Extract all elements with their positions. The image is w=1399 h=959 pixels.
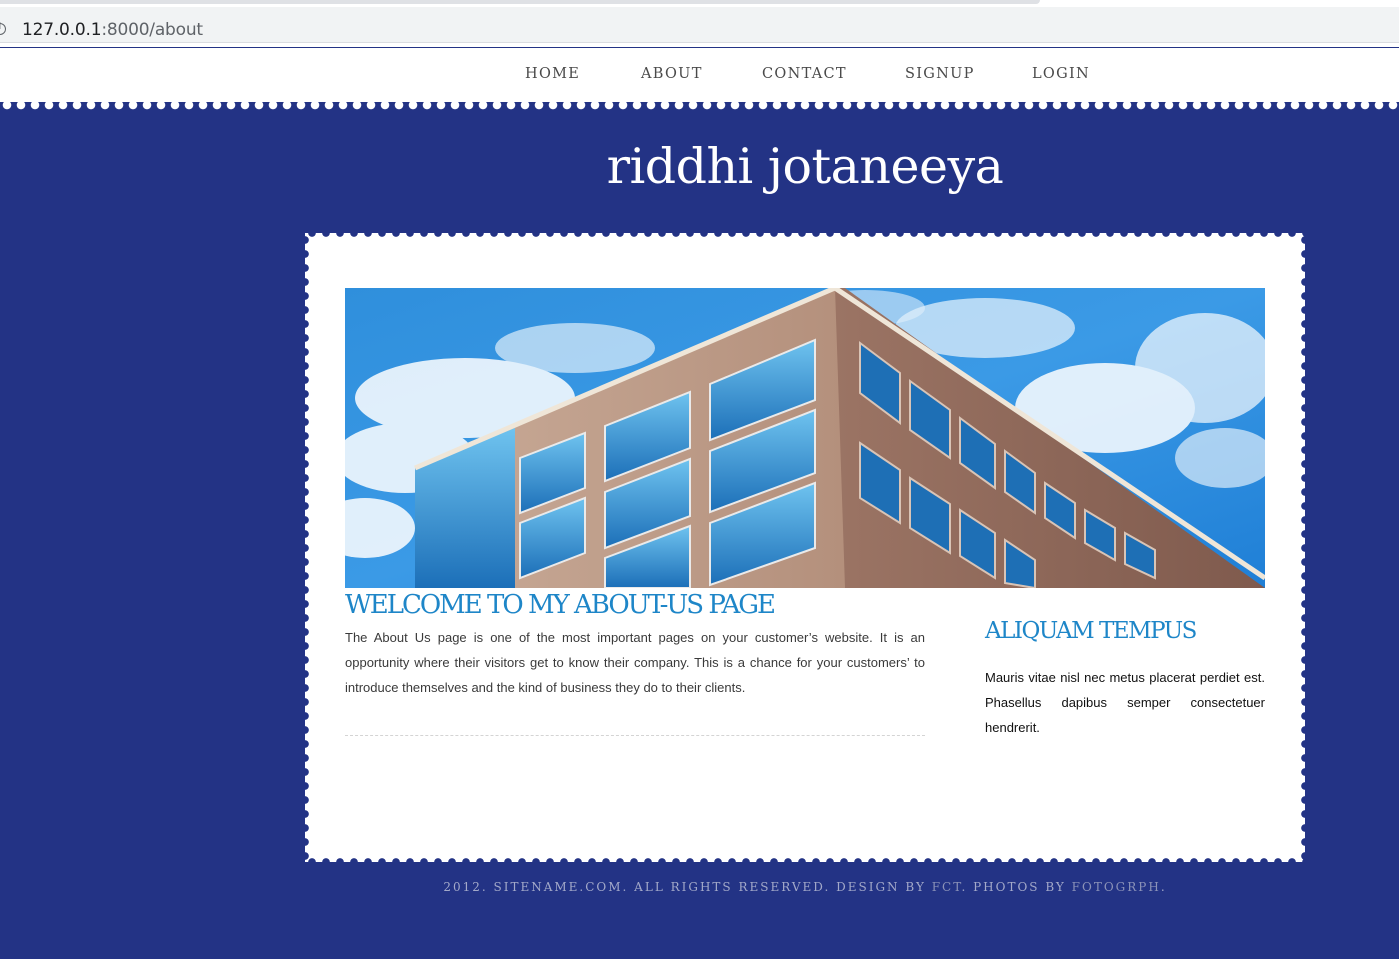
nav-home-link[interactable]: HOME — [525, 66, 580, 82]
stamp-edge-top — [305, 228, 1305, 238]
main-navigation: HOME ABOUT CONTACT SIGNUP LOGIN — [0, 48, 1399, 102]
footer: 2012. SITENAME.COM. ALL RIGHTS RESERVED.… — [0, 880, 1399, 894]
browser-tab-strip-edge — [0, 0, 1040, 4]
nav-signup-link[interactable]: SIGNUP — [905, 66, 975, 82]
content-divider — [345, 735, 925, 736]
url-path: :8000/about — [101, 20, 203, 40]
site-title: riddhi jotaneeya — [606, 138, 1004, 195]
content-card: WELCOME TO MY ABOUT-US PAGE The About Us… — [300, 228, 1310, 867]
url-text[interactable]: 127.0.0.1:8000/about — [22, 20, 203, 40]
footer-copyright: 2012. SITENAME.COM. ALL RIGHTS RESERVED.… — [443, 880, 932, 894]
main-heading: WELCOME TO MY ABOUT-US PAGE — [345, 590, 776, 620]
footer-middle-text: . PHOTOS BY — [961, 880, 1072, 894]
browser-address-bar: 127.0.0.1:8000/about — [0, 0, 1399, 47]
stamp-edge-left — [300, 233, 310, 862]
info-icon[interactable] — [0, 22, 6, 35]
nav-contact-link[interactable]: CONTACT — [762, 66, 847, 82]
nav-about-link[interactable]: ABOUT — [641, 66, 703, 82]
stamp-edge-right — [1300, 233, 1310, 862]
footer-suffix: . — [1160, 880, 1167, 894]
building-photo — [345, 288, 1265, 588]
footer-photos-link[interactable]: FOTOGRPH — [1072, 880, 1161, 894]
main-body-text: The About Us page is one of the most imp… — [345, 630, 925, 695]
sidebar-heading: ALIQUAM TEMPUS — [985, 618, 1197, 644]
url-field[interactable]: 127.0.0.1:8000/about — [0, 7, 1399, 43]
stamp-edge-bottom — [305, 857, 1305, 867]
footer-design-link[interactable]: FCT — [932, 880, 962, 894]
url-host: 127.0.0.1 — [22, 20, 102, 40]
nav-login-link[interactable]: LOGIN — [1032, 66, 1090, 82]
hero-building-image — [345, 288, 1265, 588]
navbar-scalloped-edge — [0, 100, 1399, 110]
sidebar-body-text: Mauris vitae nisl nec metus placerat per… — [985, 670, 1265, 735]
